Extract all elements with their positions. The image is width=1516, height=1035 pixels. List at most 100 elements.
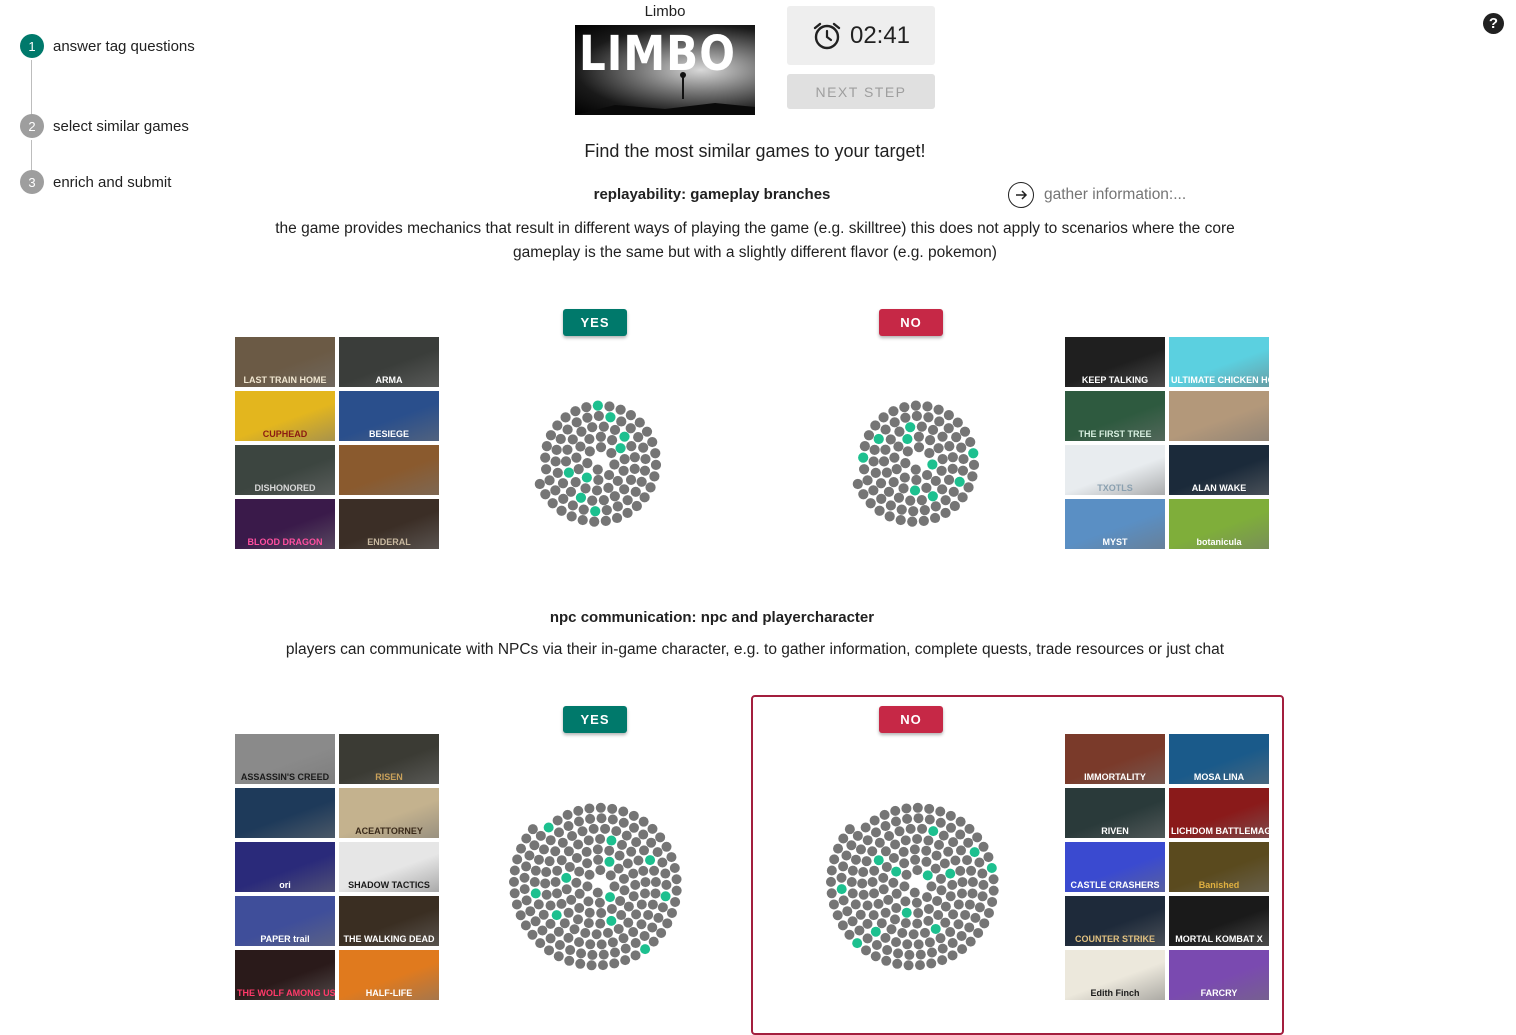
game-dot[interactable] [963, 837, 974, 848]
game-dot[interactable] [937, 454, 948, 465]
game-dot-highlighted[interactable] [902, 433, 913, 445]
game-dot[interactable] [563, 821, 574, 832]
game-dot[interactable] [846, 840, 857, 851]
game-dot[interactable] [913, 442, 925, 453]
game-cover-tile[interactable]: ALAN WAKE [1169, 445, 1269, 495]
game-dot[interactable] [593, 474, 604, 486]
game-dot[interactable] [562, 424, 573, 435]
gather-information-input[interactable] [1044, 186, 1224, 204]
game-cover-tile[interactable]: BLOOD DRAGON [235, 499, 335, 549]
game-cover-tile[interactable]: LAST TRAIN HOME [235, 337, 335, 387]
game-dot[interactable] [595, 833, 606, 844]
game-dot[interactable] [609, 491, 620, 502]
game-dot[interactable] [917, 823, 928, 834]
game-dot[interactable] [945, 810, 956, 821]
game-dot[interactable] [618, 806, 629, 817]
game-cover-tile[interactable]: botanicula [1169, 499, 1269, 549]
game-dot[interactable] [594, 897, 605, 908]
game-cover-tile[interactable] [339, 445, 439, 495]
game-dot[interactable] [509, 865, 520, 876]
game-dot[interactable] [940, 507, 951, 519]
game-dot[interactable] [587, 949, 598, 960]
game-dot[interactable] [943, 474, 955, 485]
game-dot-highlighted[interactable] [969, 847, 980, 858]
game-dot[interactable] [978, 879, 989, 890]
game-dot[interactable] [625, 410, 636, 421]
game-dot[interactable] [935, 933, 946, 944]
game-dot[interactable] [921, 845, 932, 856]
game-dot[interactable] [607, 814, 618, 825]
game-cover-tile[interactable] [235, 788, 335, 838]
game-dot[interactable] [611, 512, 623, 524]
game-dot[interactable] [880, 821, 891, 832]
game-dot[interactable] [628, 891, 639, 902]
game-dot[interactable] [555, 433, 566, 445]
game-cover-tile[interactable]: ARMA [339, 337, 439, 387]
game-dot[interactable] [596, 939, 607, 950]
game-dot[interactable] [552, 888, 563, 899]
game-dot[interactable] [891, 937, 902, 948]
game-dot-highlighted[interactable] [615, 443, 626, 454]
game-dot[interactable] [563, 932, 574, 943]
game-dot[interactable] [636, 919, 647, 930]
game-dot[interactable] [988, 874, 999, 885]
game-dot[interactable] [647, 922, 658, 933]
game-dot[interactable] [963, 482, 974, 493]
game-dot-highlighted[interactable] [968, 448, 979, 459]
step-select-similar-games[interactable]: 2 select similar games [20, 114, 189, 138]
game-dot[interactable] [544, 856, 555, 867]
game-dot-highlighted[interactable] [873, 433, 884, 445]
game-dot[interactable] [567, 434, 578, 445]
game-dot[interactable] [943, 846, 954, 857]
game-dot[interactable] [882, 945, 893, 956]
game-dot[interactable] [847, 888, 858, 899]
game-dot[interactable] [567, 500, 578, 511]
game-dot[interactable] [894, 426, 905, 437]
game-dot[interactable] [886, 924, 897, 935]
game-dot-highlighted[interactable] [891, 866, 902, 877]
game-dot[interactable] [948, 909, 959, 920]
game-dot[interactable] [947, 938, 958, 949]
game-dot[interactable] [936, 885, 947, 896]
game-dot[interactable] [946, 822, 956, 833]
game-dot[interactable] [829, 854, 840, 865]
game-dot[interactable] [533, 854, 544, 865]
next-step-button[interactable]: NEXT STEP [787, 74, 935, 109]
game-dot[interactable] [535, 938, 546, 949]
game-dot[interactable] [571, 852, 582, 863]
game-dot[interactable] [550, 877, 561, 888]
game-dot[interactable] [894, 826, 905, 837]
game-dot[interactable] [622, 858, 633, 869]
game-dot[interactable] [888, 877, 899, 888]
game-dot[interactable] [630, 879, 641, 890]
game-dot[interactable] [936, 465, 947, 476]
game-dot[interactable] [592, 887, 603, 898]
game-cover-tile[interactable]: SHADOW TACTICS [339, 842, 439, 892]
game-dot[interactable] [869, 865, 880, 876]
game-dot[interactable] [661, 879, 672, 890]
game-dot[interactable] [922, 892, 933, 903]
game-dot[interactable] [508, 876, 519, 887]
game-dot[interactable] [967, 888, 978, 899]
game-dot[interactable] [566, 894, 577, 905]
game-dot[interactable] [521, 861, 532, 872]
game-dot[interactable] [924, 447, 935, 459]
game-dot[interactable] [869, 888, 880, 899]
game-dot[interactable] [529, 840, 540, 851]
arrow-right-circle-icon[interactable] [1008, 182, 1034, 208]
game-dot[interactable] [524, 850, 535, 861]
game-cover-tile[interactable] [1169, 391, 1269, 441]
game-dot[interactable] [924, 814, 935, 825]
game-dot[interactable] [979, 918, 990, 929]
game-dot[interactable] [883, 486, 895, 497]
game-dot[interactable] [595, 442, 607, 453]
game-dot[interactable] [988, 885, 999, 896]
game-dot[interactable] [926, 958, 937, 969]
game-cover-tile[interactable]: ULTIMATE CHICKEN HORSE [1169, 337, 1269, 387]
game-dot[interactable] [574, 903, 585, 914]
game-dot[interactable] [862, 475, 873, 486]
game-dot[interactable] [597, 960, 608, 971]
game-dot[interactable] [643, 909, 654, 920]
game-dot[interactable] [881, 861, 892, 872]
game-dot[interactable] [850, 854, 861, 865]
